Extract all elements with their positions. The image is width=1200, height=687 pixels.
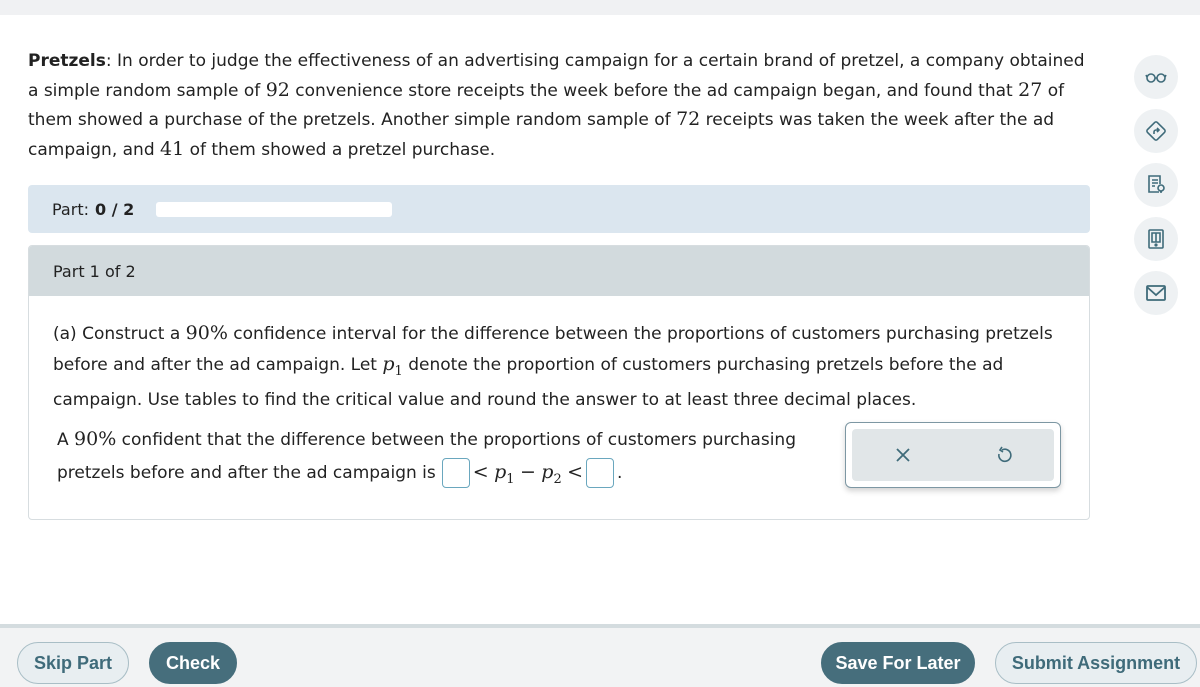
check-button[interactable]: Check — [149, 642, 237, 684]
footer-bar: Skip Part Check Save For Later Submit As… — [0, 624, 1200, 687]
upper-bound-input[interactable] — [586, 458, 615, 488]
ebook-button[interactable] — [1134, 217, 1178, 261]
undo-icon — [997, 446, 1012, 463]
part-progress-label: Part: — [52, 199, 89, 219]
clear-button[interactable] — [883, 435, 923, 475]
part-progress-bar: Part: 0 / 2 — [28, 185, 1090, 233]
count-before: 27 — [1018, 78, 1043, 101]
glasses-icon — [1145, 73, 1167, 83]
hint-button[interactable] — [1134, 163, 1178, 207]
directions-button[interactable] — [1134, 109, 1178, 153]
side-toolbar — [1134, 55, 1180, 325]
message-button[interactable] — [1134, 271, 1178, 315]
top-strip — [0, 0, 1200, 15]
sample-size-before: 92 — [265, 78, 290, 101]
question-text: (a) Construct a 90% confidence interval … — [53, 322, 1053, 410]
answer-statement: A 90% confident that the difference betw… — [57, 428, 796, 488]
part-card: Part 1 of 2 (a) Construct a 90% confiden… — [28, 245, 1090, 520]
part-progress-value: 0 / 2 — [94, 199, 135, 219]
submit-assignment-button[interactable]: Submit Assignment — [995, 642, 1197, 684]
progress-track — [156, 201, 393, 217]
part-header: Part 1 of 2 — [29, 246, 1089, 296]
confidence-level: 90% — [185, 322, 228, 344]
directions-icon — [1146, 121, 1166, 141]
problem-statement: Pretzels: In order to judge the effectiv… — [28, 51, 1085, 160]
hint-document-icon — [1148, 175, 1165, 193]
count-after: 41 — [160, 137, 185, 160]
ebook-icon — [1148, 229, 1164, 249]
read-aloud-button[interactable] — [1134, 55, 1178, 99]
problem-title: Pretzels — [28, 51, 106, 71]
skip-part-button[interactable]: Skip Part — [17, 642, 129, 684]
mail-icon — [1146, 285, 1166, 301]
lower-bound-input[interactable] — [441, 458, 470, 488]
undo-button[interactable] — [984, 435, 1024, 475]
answer-tool-panel — [845, 422, 1061, 488]
x-icon — [895, 448, 910, 462]
save-for-later-button[interactable]: Save For Later — [821, 642, 975, 684]
sample-size-after: 72 — [676, 108, 701, 130]
